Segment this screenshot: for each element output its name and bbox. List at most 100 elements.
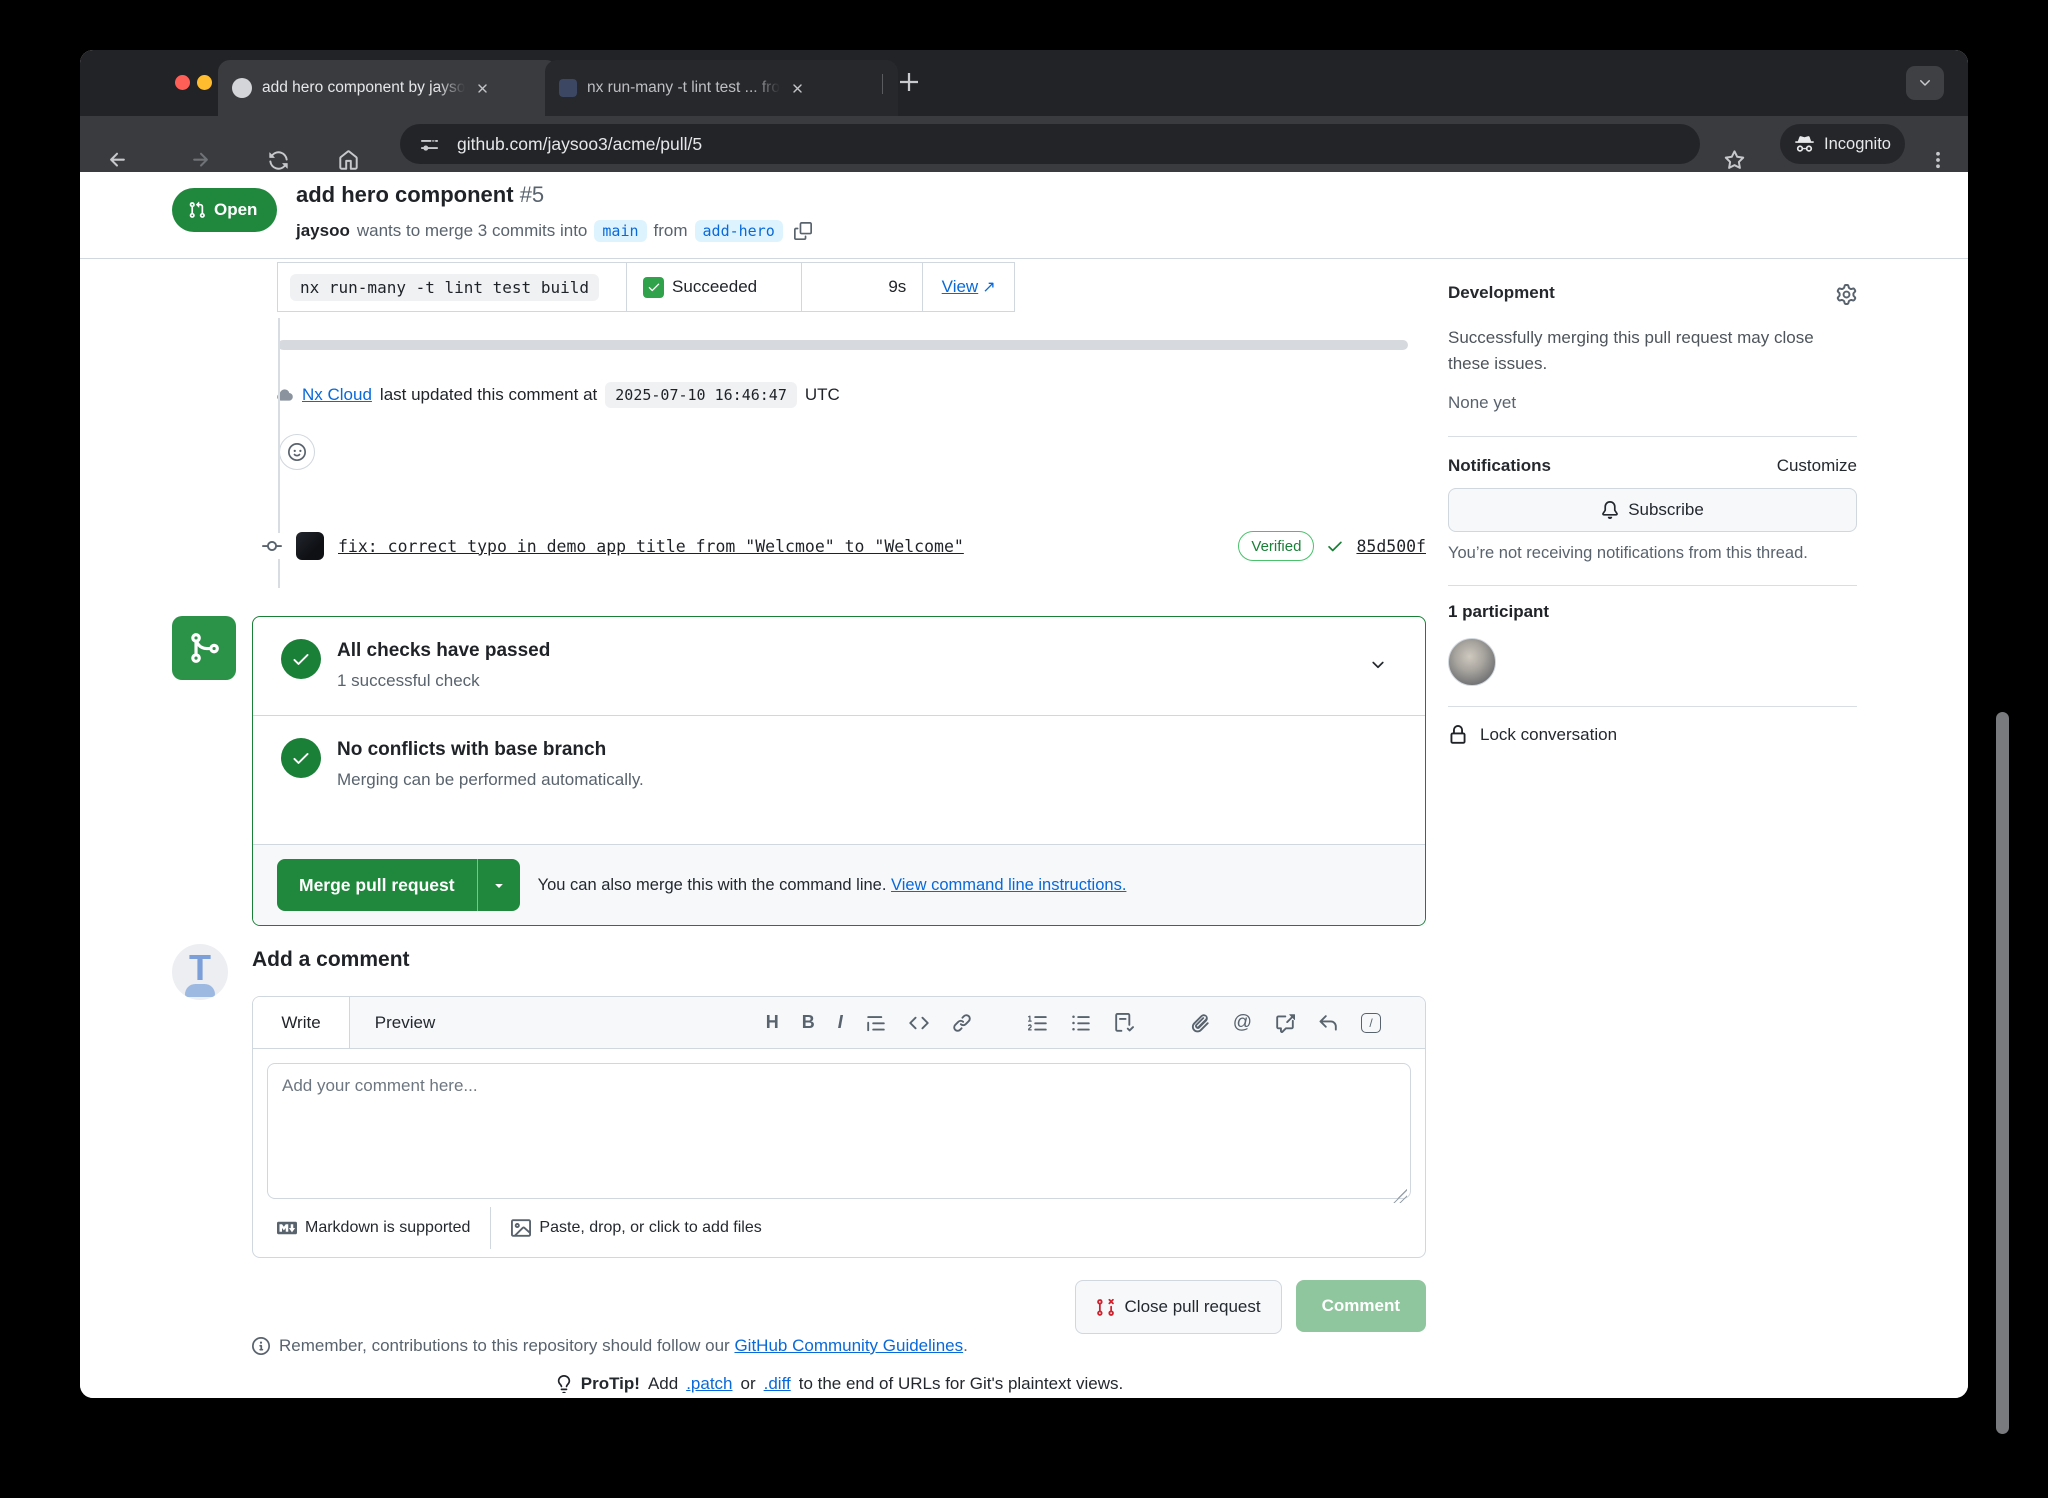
add-reaction-button[interactable] bbox=[279, 434, 315, 470]
tab-nx-run[interactable]: nx run-many -t lint test ... fro bbox=[545, 60, 898, 116]
nx-cloud-caption: Nx Cloud last updated this comment at 20… bbox=[276, 382, 840, 408]
participants-heading: 1 participant bbox=[1448, 602, 1857, 622]
commit-author-avatar[interactable] bbox=[296, 532, 324, 560]
protip-after: to the end of URLs for Git's plaintext v… bbox=[799, 1374, 1124, 1394]
pr-title-text: add hero component bbox=[296, 182, 514, 207]
close-pull-request-button[interactable]: Close pull request bbox=[1075, 1280, 1282, 1334]
pr-status-label: Open bbox=[214, 200, 257, 220]
nx-cloud-timestamp: 2025-07-10 16:46:47 bbox=[605, 382, 797, 408]
nx-cloud-link[interactable]: Nx Cloud bbox=[302, 385, 372, 405]
contribution-reminder: Remember, contributions to this reposito… bbox=[252, 1336, 968, 1356]
cross-reference-icon[interactable] bbox=[1275, 1013, 1295, 1033]
cli-instructions-link[interactable]: View command line instructions. bbox=[891, 876, 1126, 894]
site-settings-icon[interactable] bbox=[420, 135, 439, 154]
markdown-hint[interactable]: Markdown is supported bbox=[277, 1218, 470, 1238]
tab-preview[interactable]: Preview bbox=[350, 997, 460, 1048]
attach-hint-text: Paste, drop, or click to add files bbox=[539, 1219, 761, 1237]
merge-pull-request-button[interactable]: Merge pull request bbox=[277, 859, 520, 911]
lightbulb-icon bbox=[555, 1375, 573, 1393]
lock-icon bbox=[1448, 725, 1468, 745]
merge-button-label: Merge pull request bbox=[277, 859, 477, 911]
subscribe-button[interactable]: Subscribe bbox=[1448, 488, 1857, 532]
close-tab-icon[interactable] bbox=[475, 81, 490, 96]
saved-replies-icon[interactable] bbox=[1318, 1013, 1338, 1033]
code-icon[interactable] bbox=[909, 1013, 929, 1033]
chevron-down-icon[interactable] bbox=[1369, 656, 1387, 674]
table-scrollbar[interactable] bbox=[278, 340, 1408, 350]
avatar-letter: T bbox=[189, 946, 211, 990]
community-guidelines-link[interactable]: GitHub Community Guidelines bbox=[734, 1336, 963, 1355]
page-scrollbar[interactable] bbox=[1996, 712, 2009, 1434]
new-tab-button[interactable] bbox=[897, 70, 921, 94]
incognito-icon bbox=[1794, 134, 1815, 155]
sidebar-divider bbox=[1448, 585, 1857, 586]
comment-editor-hints: Markdown is supported Paste, drop, or cl… bbox=[277, 1213, 762, 1243]
checks-table-row: nx run-many -t lint test build Succeeded… bbox=[277, 262, 1015, 312]
slash-command-icon[interactable]: / bbox=[1361, 1013, 1381, 1033]
attach-file-icon[interactable] bbox=[1190, 1013, 1210, 1033]
tab-divider bbox=[882, 74, 883, 94]
pr-author[interactable]: jaysoo bbox=[296, 221, 350, 241]
attach-files-hint[interactable]: Paste, drop, or click to add files bbox=[511, 1218, 761, 1238]
tab-write[interactable]: Write bbox=[253, 997, 350, 1048]
numbered-list-icon[interactable] bbox=[1028, 1013, 1048, 1033]
protip: ProTip! Add .patch or .diff to the end o… bbox=[252, 1374, 1426, 1394]
merge-actions-footer: Merge pull request You can also merge th… bbox=[253, 844, 1425, 925]
check-circle-icon bbox=[281, 639, 321, 679]
task-list-icon[interactable] bbox=[1114, 1013, 1134, 1033]
hint-divider bbox=[490, 1207, 491, 1249]
commit-message-link[interactable]: fix: correct typo in demo app title from… bbox=[338, 537, 964, 556]
bullet-list-icon[interactable] bbox=[1071, 1013, 1091, 1033]
copy-icon[interactable] bbox=[794, 222, 812, 240]
tab-title: nx run-many -t lint test ... fro bbox=[587, 79, 780, 97]
minimize-window-button[interactable] bbox=[197, 75, 212, 90]
close-window-button[interactable] bbox=[175, 75, 190, 90]
heading-icon[interactable]: H bbox=[766, 1012, 779, 1033]
lock-label: Lock conversation bbox=[1480, 725, 1617, 745]
markdown-hint-text: Markdown is supported bbox=[305, 1219, 470, 1237]
tab-pull-request[interactable]: add hero component by jayso bbox=[218, 60, 558, 116]
cli-text: You can also merge this with the command… bbox=[538, 876, 887, 894]
merge-options-dropdown[interactable] bbox=[477, 859, 520, 911]
sidebar-divider bbox=[1448, 706, 1857, 707]
close-button-label: Close pull request bbox=[1125, 1297, 1261, 1317]
bold-icon[interactable]: B bbox=[802, 1012, 815, 1033]
commit-sha-link[interactable]: 85d500f bbox=[1356, 537, 1426, 556]
gear-icon[interactable] bbox=[1836, 284, 1857, 305]
sidebar-divider bbox=[1448, 436, 1857, 437]
current-user-avatar: T bbox=[172, 944, 228, 1000]
checks-passed-section: All checks have passed 1 successful chec… bbox=[253, 617, 1425, 691]
close-tab-icon[interactable] bbox=[790, 81, 805, 96]
comment-submit-button[interactable]: Comment bbox=[1296, 1280, 1426, 1332]
patch-link[interactable]: .patch bbox=[686, 1374, 732, 1394]
tab-search-button[interactable] bbox=[1906, 66, 1944, 100]
pr-title: add hero component #5 bbox=[296, 182, 544, 208]
mention-icon[interactable]: @ bbox=[1233, 1012, 1252, 1034]
subscribe-label: Subscribe bbox=[1628, 500, 1704, 520]
link-icon[interactable] bbox=[952, 1013, 972, 1033]
nx-cloud-timezone: UTC bbox=[805, 385, 840, 405]
italic-icon[interactable]: I bbox=[838, 1012, 843, 1033]
participant-avatar[interactable] bbox=[1448, 638, 1496, 686]
quote-icon[interactable] bbox=[866, 1013, 886, 1033]
checks-passed-subtitle: 1 successful check bbox=[337, 671, 1353, 691]
base-branch-label[interactable]: main bbox=[594, 220, 646, 242]
resize-handle[interactable] bbox=[1393, 1189, 1407, 1203]
check-name: nx run-many -t lint test build bbox=[290, 274, 599, 301]
github-page: Open add hero component #5 jaysoo wants … bbox=[80, 172, 1968, 1398]
view-link[interactable]: View bbox=[942, 277, 979, 297]
diff-link[interactable]: .diff bbox=[764, 1374, 791, 1394]
lock-conversation-button[interactable]: Lock conversation bbox=[1448, 725, 1857, 745]
protip-label: ProTip! bbox=[581, 1374, 640, 1394]
customize-link[interactable]: Customize bbox=[1777, 456, 1857, 476]
head-branch-label[interactable]: add-hero bbox=[695, 220, 783, 242]
comment-editor: Write Preview H B I @ bbox=[252, 996, 1426, 1258]
check-status-cell: Succeeded bbox=[627, 263, 802, 311]
smiley-icon bbox=[288, 443, 306, 461]
pr-sidebar: Development Successfully merging this pu… bbox=[1448, 172, 1857, 745]
address-bar[interactable]: github.com/jaysoo3/acme/pull/5 bbox=[400, 124, 1700, 164]
verified-badge[interactable]: Verified bbox=[1238, 531, 1314, 561]
development-heading: Development bbox=[1448, 283, 1555, 303]
pr-meta-text: wants to merge 3 commits into bbox=[357, 221, 588, 241]
comment-input[interactable] bbox=[267, 1063, 1411, 1199]
